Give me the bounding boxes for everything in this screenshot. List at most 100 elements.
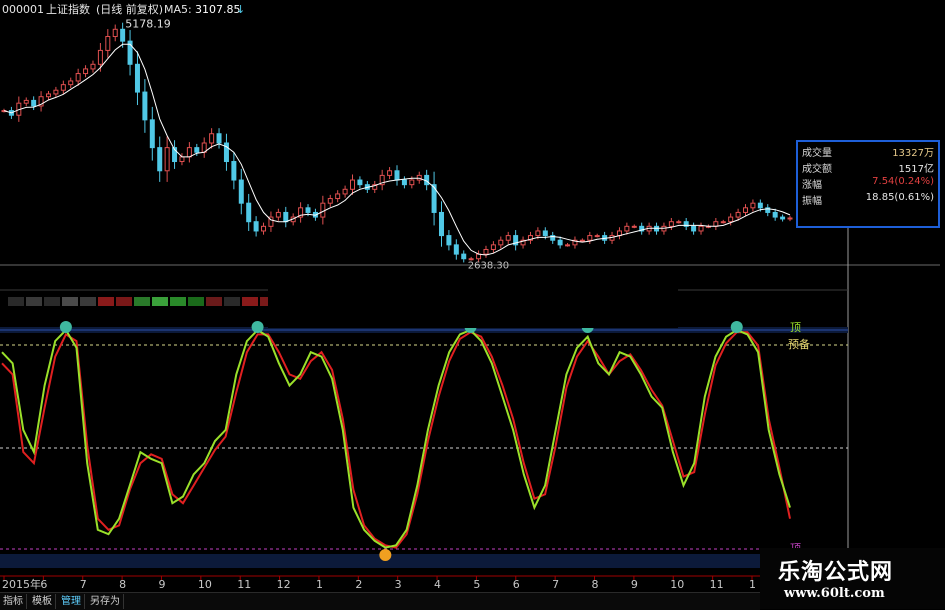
top-signal-marker xyxy=(59,321,72,333)
candle-body xyxy=(750,202,756,209)
tab-manage[interactable]: 管理 xyxy=(58,594,85,609)
x-tick-label: 3 xyxy=(395,578,402,591)
amplitude-value: 18.85(0.61%) xyxy=(865,192,934,203)
candle-body xyxy=(194,147,200,153)
strip-block xyxy=(134,297,150,306)
candle-body xyxy=(757,202,763,209)
candle-body xyxy=(90,63,96,70)
candle-body xyxy=(350,179,356,190)
candle-body xyxy=(780,216,786,220)
candle-body xyxy=(743,207,749,213)
candle-body xyxy=(320,202,326,218)
x-tick-label: 10 xyxy=(670,578,684,591)
candle-body xyxy=(157,147,163,172)
header-name: 上证指数 xyxy=(46,2,90,16)
x-tick-label: 11 xyxy=(710,578,724,591)
redaction-block-middle xyxy=(268,280,678,328)
candle-body xyxy=(565,244,571,247)
candle-body xyxy=(446,235,452,246)
candle-body xyxy=(142,91,148,121)
strip-block xyxy=(8,297,24,306)
strip-block xyxy=(152,297,168,306)
redaction-block-top xyxy=(533,0,945,140)
candle-body xyxy=(31,99,37,107)
x-tick-label: 5 xyxy=(473,578,480,591)
ready-label: 预备 xyxy=(788,337,810,351)
candle-body xyxy=(53,89,59,95)
candle-body xyxy=(772,211,778,218)
x-tick-label: 9 xyxy=(158,578,165,591)
x-tick-label: 12 xyxy=(277,578,291,591)
info-row-volume: 成交量 13327万 xyxy=(802,144,934,160)
header-arrow: ↓ xyxy=(236,3,245,16)
strip-block xyxy=(116,297,132,306)
candle-body xyxy=(357,179,363,186)
volume-value: 13327万 xyxy=(892,148,934,159)
strip-block xyxy=(224,297,240,306)
candle-body xyxy=(179,156,185,163)
candle-body xyxy=(579,239,585,242)
strip-block xyxy=(26,297,42,306)
candle-body xyxy=(498,239,504,246)
candle-body xyxy=(335,193,341,200)
info-row-amount: 成交额 1517亿 xyxy=(802,160,934,176)
chart-header: 000001 上证指数 (日线 前复权) MA5: 3107.85 ↓ xyxy=(2,2,245,16)
x-tick-label: 1 xyxy=(316,578,323,591)
x-tick-label: 9 xyxy=(631,578,638,591)
tab-indicator[interactable]: 指标 xyxy=(0,594,27,609)
top-signal-marker xyxy=(730,321,743,333)
x-tick-label: 1 xyxy=(749,578,756,591)
candle-body xyxy=(45,93,51,98)
x-tick-label: 8 xyxy=(119,578,126,591)
candle-body xyxy=(557,239,563,246)
watermark-title: 乐淘公式网 xyxy=(778,560,894,585)
candle-body xyxy=(698,225,704,232)
candle-body xyxy=(409,179,415,186)
candle-body xyxy=(327,198,333,204)
candle-body xyxy=(676,221,682,224)
x-tick-label: 6 xyxy=(40,578,47,591)
x-tick-label: 7 xyxy=(552,578,559,591)
strip-block xyxy=(242,297,258,306)
candle-body xyxy=(186,147,192,158)
tab-save-as[interactable]: 另存为 xyxy=(87,594,124,609)
top-label: 顶 xyxy=(790,321,801,334)
header-code: 000001 xyxy=(2,3,44,16)
candle-body xyxy=(542,230,548,237)
bottom-signal-marker xyxy=(379,549,392,561)
candle-body xyxy=(342,188,348,195)
candle-body xyxy=(164,147,170,172)
watermark: 乐淘公式网 www.60lt.com xyxy=(760,548,945,609)
candle-body xyxy=(594,235,600,238)
candle-body xyxy=(75,73,81,82)
candle-body xyxy=(720,221,726,224)
low-annotation: 2638.30 xyxy=(468,261,509,272)
header-period: (日线 前复权) xyxy=(96,2,163,16)
high-annotation: 5178.19 xyxy=(125,17,170,30)
x-tick-label: 2 xyxy=(355,578,362,591)
tab-template[interactable]: 模板 xyxy=(29,594,56,609)
top-signal-marker xyxy=(251,321,264,333)
candle-body xyxy=(83,68,89,75)
strip-block xyxy=(98,297,114,306)
header-ma-label: MA5: xyxy=(164,3,192,16)
candle-body xyxy=(483,248,489,255)
candle-body xyxy=(468,258,474,261)
candle-body xyxy=(23,99,29,104)
strip-block xyxy=(206,297,222,306)
candle-body xyxy=(438,211,444,237)
candle-body xyxy=(134,63,140,93)
info-row-amplitude: 振幅 18.85(0.61%) xyxy=(802,192,934,207)
candle-body xyxy=(216,133,222,144)
candle-body xyxy=(490,244,496,250)
candle-body xyxy=(60,84,66,91)
candle-body xyxy=(231,161,237,181)
candle-body xyxy=(735,211,741,218)
strip-block xyxy=(80,297,96,306)
candle-body xyxy=(283,211,289,223)
candle-body xyxy=(535,230,541,237)
watermark-url: www.60lt.com xyxy=(784,586,885,601)
x-tick-label: 6 xyxy=(513,578,520,591)
strip-block xyxy=(188,297,204,306)
candle-body xyxy=(209,133,215,144)
